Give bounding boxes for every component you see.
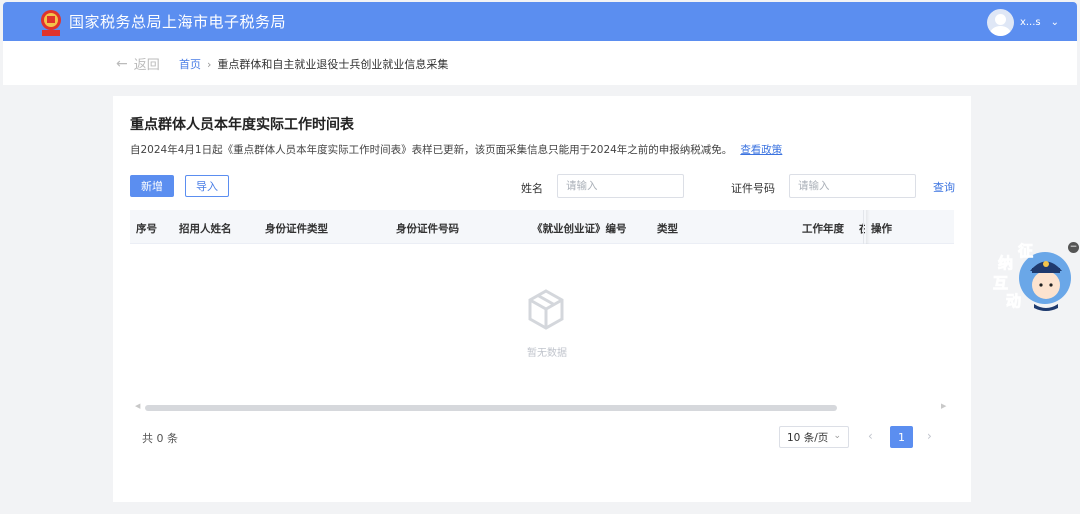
empty-text: 暂无数据 [527, 348, 567, 359]
page-size-select[interactable]: 10 条/页 ⌄ [779, 426, 849, 448]
main-card: 重点群体人员本年度实际工作时间表 自2024年4月1日起《重点群体人员本年度实际… [113, 96, 971, 502]
scroll-left-icon[interactable]: ◀ [135, 402, 140, 410]
chevron-down-icon[interactable]: ⌄ [833, 431, 841, 441]
table-header: 序号 招用人姓名 身份证件类型 身份证件号码 《就业创业证》编号 类型 工作年度… [130, 210, 954, 244]
breadcrumb-current: 重点群体和自主就业退役士兵创业就业信息采集 [217, 58, 449, 71]
col-index: 序号 [136, 223, 157, 235]
breadcrumb-separator: › [207, 57, 212, 71]
col-actions: 操作 [871, 223, 892, 235]
user-menu[interactable]: x...s ⌄ [986, 8, 1059, 36]
back-button[interactable]: ← 返回 [116, 54, 160, 74]
site-title: 国家税务总局上海市电子税务局 [69, 13, 287, 31]
user-avatar[interactable] [986, 8, 1014, 36]
widget-char-2: 互 [993, 274, 1008, 292]
col-employee-name: 招用人姓名 [179, 223, 232, 235]
back-label[interactable]: 返回 [134, 54, 160, 73]
fixed-column-divider [863, 210, 864, 244]
top-header: 国家税务总局上海市电子税务局 x...s ⌄ [3, 2, 1077, 41]
next-page-button[interactable]: › [927, 429, 932, 443]
chevron-down-icon[interactable]: ⌄ [1051, 17, 1059, 28]
scroll-right-icon[interactable]: ▶ [941, 402, 946, 410]
tax-interaction-widget[interactable]: 征 纳 互 动 [990, 238, 1076, 314]
col-work-year: 工作年度 [802, 223, 844, 235]
page-1-button[interactable]: 1 [890, 426, 913, 448]
view-policy-link[interactable]: 查看政策 [740, 144, 782, 156]
id-number-input[interactable] [789, 174, 916, 198]
widget-char-3: 动 [1006, 292, 1021, 310]
breadcrumb: 首页 › 重点群体和自主就业退役士兵创业就业信息采集 [179, 56, 448, 72]
total-count: 共 0 条 [142, 432, 178, 445]
notice-body: 自2024年4月1日起《重点群体人员本年度实际工作时间表》表样已更新，该页面采集… [130, 144, 733, 156]
col-partial: 在 [859, 223, 865, 235]
name-label: 姓名 [521, 182, 543, 195]
empty-box-icon [528, 289, 564, 330]
col-type: 类型 [657, 223, 678, 235]
col-id-number: 身份证件号码 [396, 223, 459, 235]
prev-page-button[interactable]: ‹ [868, 429, 873, 443]
notice-text: 自2024年4月1日起《重点群体人员本年度实际工作时间表》表样已更新，该页面采集… [130, 142, 782, 157]
fixed-column-shadow [866, 210, 870, 244]
page-title: 重点群体人员本年度实际工作时间表 [130, 117, 354, 133]
page-size-value[interactable]: 10 条/页 [787, 430, 828, 445]
widget-char-0: 征 [1018, 242, 1033, 260]
widget-char-1: 纳 [998, 254, 1013, 272]
name-input[interactable] [557, 174, 684, 198]
user-name[interactable]: x...s [1020, 17, 1041, 28]
id-number-label: 证件号码 [731, 182, 775, 195]
breadcrumb-home-link[interactable]: 首页 [179, 56, 201, 72]
col-id-type: 身份证件类型 [265, 223, 328, 235]
breadcrumb-bar: ← 返回 首页 › 重点群体和自主就业退役士兵创业就业信息采集 [3, 41, 1077, 85]
add-button[interactable]: 新增 [130, 175, 174, 197]
tax-emblem-logo [41, 10, 61, 36]
col-employment-cert-number: 《就业创业证》编号 [532, 223, 627, 235]
query-button[interactable]: 查询 [933, 179, 955, 195]
back-arrow-icon[interactable]: ← [116, 56, 128, 72]
widget-close-button[interactable]: − [1068, 242, 1079, 253]
import-button[interactable]: 导入 [185, 175, 229, 197]
horizontal-scrollbar[interactable] [145, 405, 837, 411]
